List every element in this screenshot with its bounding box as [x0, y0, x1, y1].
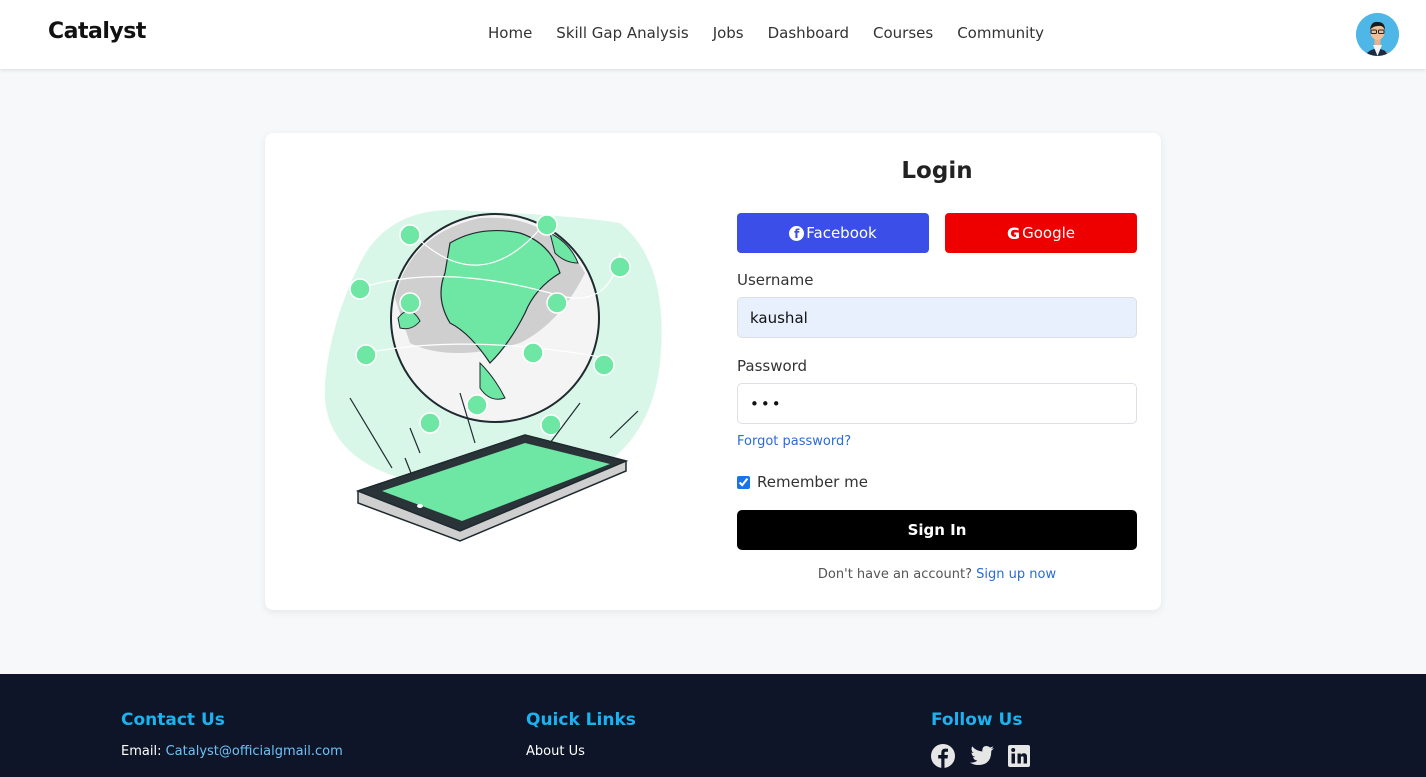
- nav-community[interactable]: Community: [957, 24, 1044, 42]
- username-input[interactable]: [737, 297, 1137, 338]
- footer-quick-links-section: Quick Links About Us: [526, 710, 636, 767]
- no-account-text: Don't have an account?: [817, 567, 972, 582]
- social-icons-row: [931, 744, 1031, 768]
- nav-courses[interactable]: Courses: [873, 24, 933, 42]
- follow-us-heading: Follow Us: [931, 710, 1023, 730]
- facebook-icon: f: [789, 225, 805, 241]
- login-title: Login: [901, 158, 973, 184]
- sign-up-link[interactable]: Sign up now: [976, 567, 1056, 582]
- site-footer: Contact Us Email: Catalyst@officialgmail…: [0, 674, 1426, 777]
- linkedin-icon[interactable]: [1007, 744, 1031, 768]
- footer-contact-section: Contact Us Email: Catalyst@officialgmail…: [121, 710, 343, 767]
- username-label: Username: [737, 271, 814, 289]
- about-us-link[interactable]: About Us: [526, 744, 585, 759]
- login-card: Login f Facebook G Google Username Passw…: [265, 133, 1161, 610]
- footer-follow-section: Follow Us: [931, 710, 1031, 768]
- user-avatar[interactable]: [1356, 13, 1399, 56]
- remember-me-row[interactable]: Remember me: [737, 473, 868, 491]
- sign-in-button[interactable]: Sign In: [737, 510, 1137, 550]
- facebook-login-button[interactable]: f Facebook: [737, 213, 929, 253]
- avatar-image: [1356, 13, 1399, 56]
- main-nav: Home Skill Gap Analysis Jobs Dashboard C…: [488, 24, 1068, 42]
- email-link[interactable]: Catalyst@officialgmail.com: [166, 744, 343, 759]
- remember-me-checkbox[interactable]: [737, 475, 750, 489]
- google-icon: G: [1006, 223, 1021, 243]
- globe-tablet-illustration: [320, 203, 670, 548]
- remember-me-label: Remember me: [757, 473, 868, 491]
- quick-links-heading: Quick Links: [526, 710, 636, 730]
- password-input[interactable]: [737, 383, 1137, 424]
- top-navbar: Catalyst Home Skill Gap Analysis Jobs Da…: [0, 0, 1426, 69]
- email-label: Email:: [121, 744, 162, 759]
- password-label: Password: [737, 357, 808, 375]
- facebook-label: Facebook: [806, 224, 877, 242]
- nav-skill-gap-analysis[interactable]: Skill Gap Analysis: [556, 24, 688, 42]
- footer-email-row: Email: Catalyst@officialgmail.com: [121, 744, 343, 759]
- contact-us-heading: Contact Us: [121, 710, 225, 730]
- nav-home[interactable]: Home: [488, 24, 532, 42]
- catalyst-logo[interactable]: Catalyst: [48, 19, 146, 44]
- nav-jobs[interactable]: Jobs: [713, 24, 744, 42]
- google-login-button[interactable]: G Google: [945, 213, 1137, 253]
- forgot-password-link[interactable]: Forgot password?: [737, 434, 851, 449]
- facebook-icon[interactable]: [931, 744, 955, 768]
- twitter-icon[interactable]: [969, 744, 994, 768]
- nav-dashboard[interactable]: Dashboard: [768, 24, 849, 42]
- signup-prompt: Don't have an account? Sign up now: [737, 567, 1137, 582]
- google-label: Google: [1022, 224, 1076, 242]
